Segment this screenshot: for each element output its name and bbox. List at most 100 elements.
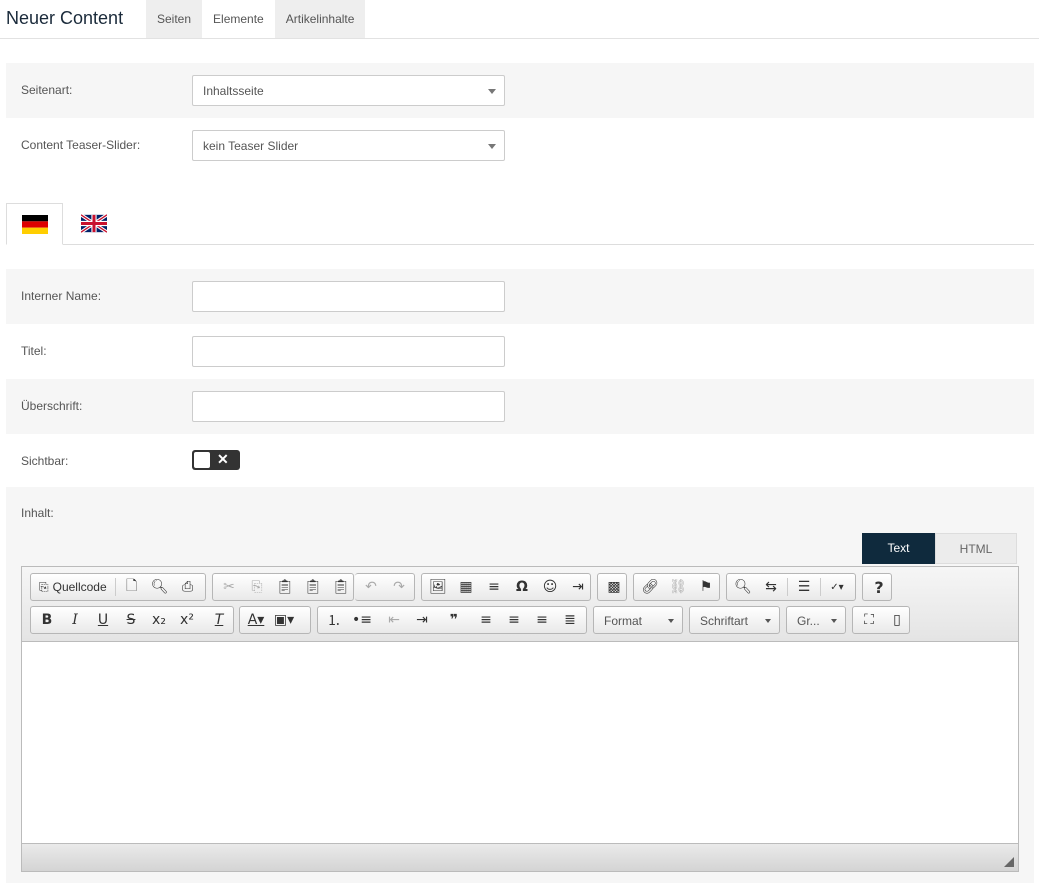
- chevron-down-icon: [488, 144, 496, 149]
- tab-language-de[interactable]: [6, 203, 63, 245]
- image-icon[interactable]: 🖼︎: [424, 576, 452, 598]
- select-all-icon[interactable]: ☰: [790, 576, 818, 598]
- tab-elemente[interactable]: Elemente: [202, 0, 275, 38]
- view-group: ⛶ ▯: [852, 606, 910, 634]
- outdent-icon[interactable]: ⇤: [380, 609, 408, 631]
- new-page-icon[interactable]: 🗋: [118, 576, 146, 598]
- sichtbar-toggle[interactable]: ✕: [192, 450, 240, 470]
- seitenart-select[interactable]: Inhaltsseite: [192, 75, 505, 106]
- sichtbar-label: Sichtbar:: [21, 454, 69, 468]
- remove-format-icon[interactable]: T: [205, 609, 233, 631]
- rich-text-editor: ⎘ Quellcode 🗋 🔍︎ ⎙ ✂ ⎘ 📋︎ 📋︎ 📋︎ ↶ ↷ 🖼︎ ▦…: [21, 566, 1019, 872]
- titel-row: Titel:: [6, 324, 1034, 379]
- inhalt-section: Inhalt: Text HTML ⎘ Quellcode 🗋 🔍︎ ⎙ ✂ ⎘…: [6, 487, 1034, 883]
- preview-icon[interactable]: 🔍︎: [146, 576, 174, 598]
- redo-icon[interactable]: ↷: [385, 576, 413, 598]
- qr-code-icon[interactable]: ▩: [600, 576, 628, 598]
- text-color-icon[interactable]: A▾: [242, 609, 270, 631]
- source-label: Quellcode: [52, 580, 107, 594]
- superscript-icon[interactable]: x²: [173, 609, 201, 631]
- uk-flag-icon: [81, 214, 107, 233]
- mode-tab-html[interactable]: HTML: [935, 533, 1017, 564]
- italic-icon[interactable]: I: [61, 609, 89, 631]
- document-group: ⎘ Quellcode 🗋 🔍︎ ⎙: [30, 573, 206, 601]
- background-color-icon[interactable]: ▣▾: [270, 609, 298, 631]
- editor-content-area[interactable]: [22, 642, 1018, 842]
- tab-seiten[interactable]: Seiten: [146, 0, 203, 38]
- teaser-select[interactable]: kein Teaser Slider: [192, 130, 505, 161]
- align-center-icon[interactable]: ≡: [500, 609, 528, 631]
- font-label: Schriftart: [700, 614, 749, 628]
- indent-icon[interactable]: ⇥: [408, 609, 436, 631]
- align-left-icon[interactable]: ≡: [472, 609, 500, 631]
- ueberschrift-row: Überschrift:: [6, 379, 1034, 434]
- seitenart-row: Seitenart: Inhaltsseite: [6, 63, 1034, 118]
- basic-styles-group: B I U S x₂ x² T: [30, 606, 234, 634]
- mode-tab-text[interactable]: Text: [862, 533, 935, 564]
- help-icon[interactable]: ?: [865, 576, 893, 598]
- maximize-icon[interactable]: ⛶: [855, 609, 883, 631]
- underline-icon[interactable]: U: [89, 609, 117, 631]
- titel-label: Titel:: [21, 344, 47, 358]
- bold-icon[interactable]: B: [33, 609, 61, 631]
- anchor-flag-icon[interactable]: ⚑: [692, 576, 720, 598]
- undo-group: ↶ ↷: [355, 573, 415, 601]
- interner-name-label: Interner Name:: [21, 289, 102, 303]
- teaser-label: Content Teaser-Slider:: [21, 138, 141, 152]
- interner-name-input[interactable]: [192, 281, 505, 312]
- editor-mode-tabs: Text HTML: [862, 533, 1017, 564]
- paste-word-icon[interactable]: 📋︎: [327, 576, 355, 598]
- copy-icon[interactable]: ⎘: [243, 576, 271, 598]
- paste-text-icon[interactable]: 📋︎: [299, 576, 327, 598]
- top-bar: Neuer Content Seiten Elemente Artikelinh…: [0, 0, 1039, 39]
- teaser-value: kein Teaser Slider: [203, 139, 299, 153]
- cut-icon[interactable]: ✂: [215, 576, 243, 598]
- subscript-icon[interactable]: x₂: [145, 609, 173, 631]
- help-group: ?: [862, 573, 892, 601]
- language-tabs: [6, 203, 1034, 245]
- de-flag-icon: [22, 215, 48, 234]
- source-icon: ⎘: [39, 579, 49, 594]
- link-icon[interactable]: 🔗︎: [636, 576, 664, 598]
- tab-language-en[interactable]: [66, 203, 123, 245]
- special-char-icon[interactable]: Ω: [508, 576, 536, 598]
- editor-toolbar: ⎘ Quellcode 🗋 🔍︎ ⎙ ✂ ⎘ 📋︎ 📋︎ 📋︎ ↶ ↷ 🖼︎ ▦…: [22, 567, 1018, 642]
- toolbar-separator: [820, 578, 821, 596]
- bulleted-list-icon[interactable]: •≡: [348, 609, 376, 631]
- font-select[interactable]: Schriftart: [689, 606, 780, 634]
- close-icon: ✕: [217, 451, 229, 467]
- strikethrough-icon[interactable]: S: [117, 609, 145, 631]
- toolbar-separator: [787, 578, 788, 596]
- horizontal-line-icon[interactable]: ≡: [480, 576, 508, 598]
- smiley-icon[interactable]: ☺: [536, 576, 564, 598]
- show-blocks-icon[interactable]: ▯: [883, 609, 911, 631]
- find-icon[interactable]: 🔍︎: [729, 576, 757, 598]
- seitenart-label: Seitenart:: [21, 83, 73, 97]
- blockquote-icon[interactable]: ❞: [440, 609, 468, 631]
- ueberschrift-input[interactable]: [192, 391, 505, 422]
- size-label: Gr...: [797, 614, 820, 628]
- teaser-row: Content Teaser-Slider: kein Teaser Slide…: [6, 118, 1034, 173]
- resize-handle-icon[interactable]: [1004, 857, 1014, 867]
- chevron-down-icon: [765, 619, 771, 623]
- unlink-icon[interactable]: ⛓: [664, 576, 692, 598]
- format-select[interactable]: Format: [593, 606, 683, 634]
- paste-icon[interactable]: 📋︎: [271, 576, 299, 598]
- undo-icon[interactable]: ↶: [357, 576, 385, 598]
- tab-artikelinhalte[interactable]: Artikelinhalte: [274, 0, 366, 38]
- align-right-icon[interactable]: ≡: [528, 609, 556, 631]
- size-select[interactable]: Gr...: [786, 606, 846, 634]
- replace-icon[interactable]: ⇆: [757, 576, 785, 598]
- source-button[interactable]: ⎘ Quellcode: [33, 576, 113, 598]
- inhalt-label: Inhalt:: [21, 506, 54, 520]
- table-icon[interactable]: ▦: [452, 576, 480, 598]
- numbered-list-icon[interactable]: ⒈: [320, 609, 348, 631]
- paragraph-group: ⒈ •≡ ⇤ ⇥ ❞ ≡ ≡ ≡ ≣: [317, 606, 587, 634]
- justify-icon[interactable]: ≣: [556, 609, 584, 631]
- interner-name-row: Interner Name:: [6, 269, 1034, 324]
- spellcheck-icon[interactable]: ✓▾: [823, 576, 851, 598]
- titel-input[interactable]: [192, 336, 505, 367]
- page-break-icon[interactable]: ⇥: [564, 576, 592, 598]
- chevron-down-icon: [668, 619, 674, 623]
- print-icon[interactable]: ⎙: [174, 576, 202, 598]
